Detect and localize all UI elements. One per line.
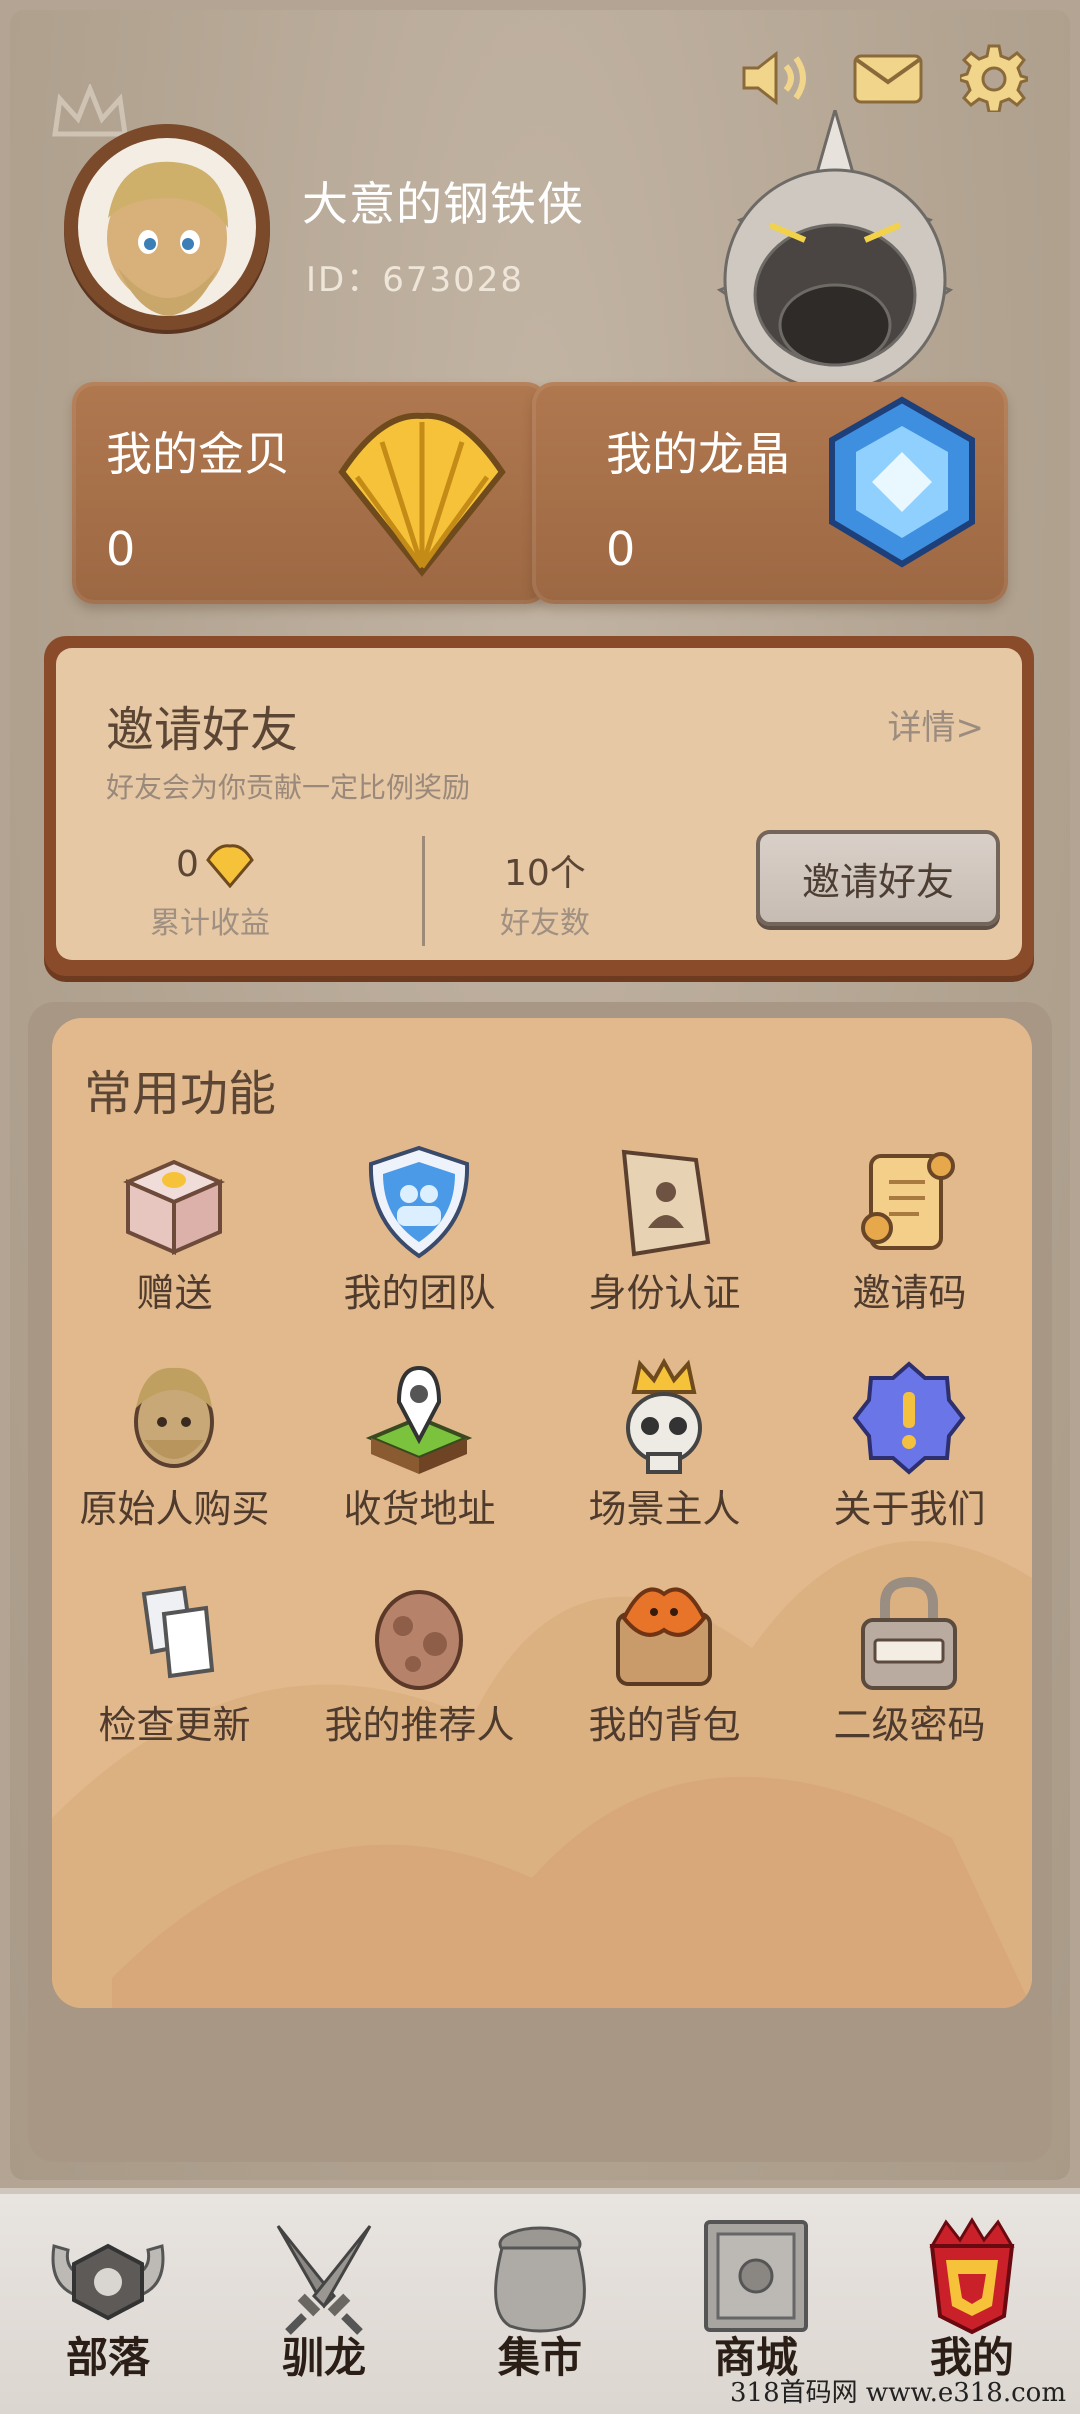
gold-shell-icon <box>338 412 506 577</box>
scene-owner-button[interactable]: 场景主人 <box>542 1358 787 1558</box>
sound-button[interactable] <box>740 42 812 114</box>
speaker-icon <box>742 50 806 106</box>
dragon-egg-icon <box>375 1590 463 1690</box>
envelope-icon <box>853 54 923 104</box>
nav-tribe[interactable]: 部落 <box>0 2194 216 2414</box>
friends-label: 好友数 <box>500 906 590 941</box>
padlock-icon <box>861 1576 957 1690</box>
caveman-purchase-button[interactable]: 原始人购买 <box>52 1358 297 1558</box>
avatar-image <box>78 138 256 316</box>
nav-dragon-taming-label: 驯龙 <box>281 2333 366 2382</box>
my-team-label: 我的团队 <box>343 1271 496 1315</box>
shipping-address-label: 收货地址 <box>343 1487 496 1531</box>
avatar[interactable] <box>64 124 270 330</box>
crystal-value: 0 <box>606 522 636 576</box>
functions-title: 常用功能 <box>84 1066 277 1122</box>
sack-icon <box>494 2226 586 2333</box>
earnings-label: 累计收益 <box>150 906 270 941</box>
gear-icon <box>960 44 1028 112</box>
gold-shell-card[interactable]: 我的金贝 0 <box>72 382 548 604</box>
my-referrer-label: 我的推荐人 <box>324 1703 515 1747</box>
my-referrer-button[interactable]: 我的推荐人 <box>297 1574 542 1774</box>
invite-card-inner: 邀请好友 详情> 好友会为你贡献一定比例奖励 0 累计收益 10个 好友数 邀请… <box>56 648 1022 960</box>
invite-detail-link[interactable]: 详情> <box>888 700 985 749</box>
info-badge-icon <box>852 1361 966 1475</box>
username: 大意的钢铁侠 <box>302 177 584 231</box>
functions-panel: 常用功能 赠送 我的团队 身份认证 邀请码 原始人购买 收货地址 场景主人 关于… <box>52 1018 1032 2008</box>
watermark-text: 318首码网 www.e318.com <box>730 2378 1066 2408</box>
nav-market-label: 集市 <box>497 2333 582 2382</box>
nav-market[interactable]: 集市 <box>432 2194 648 2414</box>
caveman-avatar-icon <box>107 161 228 316</box>
crystal-title: 我的龙晶 <box>606 427 790 481</box>
gold-value: 0 <box>106 522 136 576</box>
invite-friends-button[interactable]: 邀请好友 <box>756 830 1000 926</box>
crown-emblem-icon <box>929 2217 1015 2335</box>
location-pin-icon <box>365 1365 473 1474</box>
tribe-icon <box>51 2243 165 2321</box>
identity-verify-label: 身份认证 <box>588 1271 741 1315</box>
dragon-crystal-card[interactable]: 我的龙晶 0 <box>532 382 1008 604</box>
check-update-label: 检查更新 <box>98 1703 251 1747</box>
crowned-skull-icon <box>626 1358 702 1474</box>
invite-code-button[interactable]: 邀请码 <box>787 1142 1032 1342</box>
scroll-icon <box>861 1152 955 1250</box>
nav-dragon-taming[interactable]: 驯龙 <box>216 2194 432 2414</box>
scene-owner-label: 场景主人 <box>588 1487 741 1531</box>
gift-box-icon <box>122 1159 226 1256</box>
check-update-button[interactable]: 检查更新 <box>52 1574 297 1774</box>
backpack-icon <box>616 1587 712 1686</box>
settings-button[interactable] <box>958 42 1030 114</box>
update-icon <box>141 1585 215 1679</box>
earnings-value: 0 <box>176 844 199 885</box>
mail-button[interactable] <box>852 42 924 114</box>
shipping-address-button[interactable]: 收货地址 <box>297 1358 542 1558</box>
about-us-label: 关于我们 <box>833 1487 986 1531</box>
armored-beast-mascot-icon <box>716 110 954 392</box>
identity-verify-button[interactable]: 身份认证 <box>542 1142 787 1342</box>
friends-count: 10个 <box>504 853 586 894</box>
invite-code-label: 邀请码 <box>852 1271 967 1315</box>
invite-subtitle: 好友会为你贡献一定比例奖励 <box>106 771 471 804</box>
gift-label: 赠送 <box>136 1271 213 1315</box>
crossed-swords-icon <box>276 2225 372 2335</box>
my-team-button[interactable]: 我的团队 <box>297 1142 542 1342</box>
team-shield-icon <box>368 1145 470 1259</box>
gold-title: 我的金贝 <box>106 427 290 481</box>
user-id: ID：673028 <box>306 260 524 300</box>
invite-title: 邀请好友 <box>106 702 299 758</box>
gift-button[interactable]: 赠送 <box>52 1142 297 1342</box>
caveman-purchase-label: 原始人购买 <box>79 1487 270 1531</box>
secondary-password-button[interactable]: 二级密码 <box>787 1574 1032 1774</box>
invite-card: 邀请好友 详情> 好友会为你贡献一定比例奖励 0 累计收益 10个 好友数 邀请… <box>44 636 1034 976</box>
my-backpack-button[interactable]: 我的背包 <box>542 1574 787 1774</box>
gold-shell-small-icon <box>206 844 254 888</box>
nav-tribe-label: 部落 <box>65 2333 150 2382</box>
id-card-icon <box>621 1149 711 1257</box>
dragon-crystal-icon <box>829 396 975 568</box>
caveman-icon <box>134 1367 214 1468</box>
my-backpack-label: 我的背包 <box>588 1703 741 1747</box>
vault-icon <box>704 2220 808 2332</box>
secondary-password-label: 二级密码 <box>833 1703 986 1747</box>
about-us-button[interactable]: 关于我们 <box>787 1358 1032 1558</box>
stats-divider <box>422 836 425 946</box>
